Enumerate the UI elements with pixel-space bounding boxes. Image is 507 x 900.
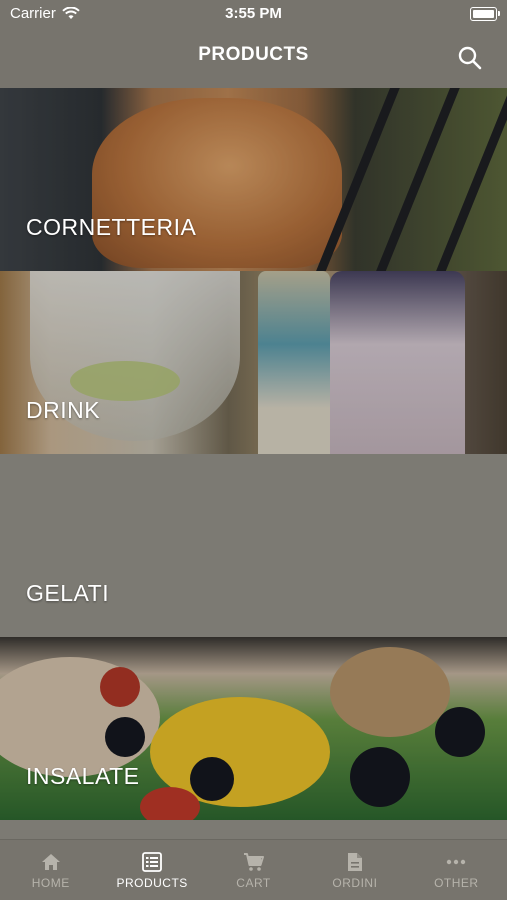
tile-overlay bbox=[0, 271, 507, 454]
category-list: CORNETTERIA DRINK GELATI INSALATE bbox=[0, 88, 507, 840]
category-tile-gelati[interactable]: GELATI bbox=[0, 454, 507, 637]
tab-cart[interactable]: CART bbox=[203, 840, 304, 900]
more-icon bbox=[447, 859, 466, 865]
tab-bar: HOME PRODUCTS CART ORDINI OTHER bbox=[0, 839, 507, 900]
category-tile-cornetteria[interactable]: CORNETTERIA bbox=[0, 88, 507, 271]
tab-ordini[interactable]: ORDINI bbox=[304, 840, 405, 900]
tab-label: OTHER bbox=[434, 876, 479, 890]
battery-icon bbox=[470, 7, 500, 21]
list-icon bbox=[142, 852, 163, 872]
tab-other[interactable]: OTHER bbox=[406, 840, 507, 900]
home-icon bbox=[41, 854, 60, 870]
tab-products[interactable]: PRODUCTS bbox=[101, 840, 202, 900]
category-tile-drink[interactable]: DRINK bbox=[0, 271, 507, 454]
category-label: GELATI bbox=[26, 580, 110, 606]
nav-bar: PRODUCTS bbox=[0, 28, 507, 88]
cart-icon bbox=[243, 853, 264, 871]
tab-label: CART bbox=[236, 876, 271, 890]
category-label: DRINK bbox=[26, 397, 101, 423]
search-icon[interactable] bbox=[457, 45, 483, 71]
page-title: PRODUCTS bbox=[198, 44, 309, 65]
tile-overlay bbox=[0, 88, 507, 271]
tab-label: ORDINI bbox=[332, 876, 378, 890]
tab-label: HOME bbox=[31, 876, 70, 890]
tab-home[interactable]: HOME bbox=[0, 840, 101, 900]
status-bar: Carrier 3:55 PM bbox=[0, 0, 507, 28]
tab-label: PRODUCTS bbox=[116, 876, 188, 890]
tile-overlay bbox=[0, 637, 507, 820]
category-label: CORNETTERIA bbox=[26, 214, 197, 240]
category-tile-insalate[interactable]: INSALATE bbox=[0, 637, 507, 820]
clock: 3:55 PM bbox=[225, 5, 282, 22]
document-icon bbox=[347, 853, 362, 871]
category-label: INSALATE bbox=[26, 763, 140, 789]
